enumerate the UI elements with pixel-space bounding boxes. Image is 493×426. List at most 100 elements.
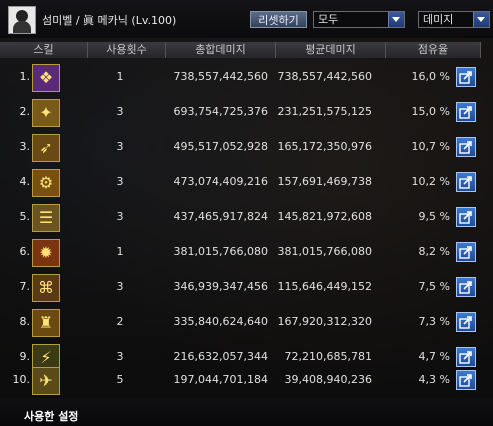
table-row: 4. ⚙ 3 473,074,409,216 157,691,469,738 1… <box>0 165 493 200</box>
use-count: 2 <box>116 315 124 328</box>
table-row: 10. ✈ 5 197,044,701,184 39,408,940,236 4… <box>0 363 493 398</box>
table-row: 7. ⌘ 3 346,939,347,456 115,646,449,152 7… <box>0 270 493 305</box>
damage-share: 7,5 % <box>418 280 450 293</box>
row-rank: 9. <box>19 350 31 363</box>
mech-skill-10-icon: ✈ <box>39 371 53 390</box>
mech-skill-10-icon: ✈ <box>32 367 60 395</box>
mech-skill-2-icon: ✦ <box>32 99 60 127</box>
column-header-share[interactable]: 점유율 <box>386 42 481 58</box>
total-damage: 381,015,766,080 <box>173 245 268 258</box>
damage-share: 4,7 % <box>418 350 450 363</box>
damage-share: 9,5 % <box>418 210 450 223</box>
character-title: 섬미벨 / 眞 메카닉 (Lv.100) <box>42 14 177 27</box>
character-avatar-icon <box>8 6 36 34</box>
mech-skill-5-icon: ☰ <box>38 208 54 227</box>
total-damage: 437,465,917,824 <box>173 210 268 223</box>
mech-skill-5-icon: ☰ <box>32 204 60 232</box>
table-row: 5. ☰ 3 437,465,917,824 145,821,972,608 9… <box>0 200 493 235</box>
damage-share: 4,3 % <box>418 373 450 386</box>
row-rank: 8. <box>19 315 31 328</box>
average-damage: 145,821,972,608 <box>277 210 372 223</box>
damage-share: 8,2 % <box>418 245 450 258</box>
use-count: 1 <box>116 70 124 83</box>
mech-skill-4-icon: ⚙ <box>32 169 60 197</box>
share-arrow-icon <box>459 246 472 259</box>
share-arrow-icon <box>459 106 472 119</box>
use-count: 3 <box>116 350 124 363</box>
table-row: 8. ♜ 2 335,840,624,640 167,920,312,320 7… <box>0 305 493 340</box>
use-count: 3 <box>116 210 124 223</box>
average-damage: 165,172,350,976 <box>277 140 372 153</box>
use-count: 3 <box>116 175 124 188</box>
share-arrow-icon <box>459 211 472 224</box>
share-arrow-icon <box>459 176 472 189</box>
detail-export-button[interactable] <box>456 312 476 332</box>
total-damage: 495,517,052,928 <box>173 140 268 153</box>
average-damage: 72,210,685,781 <box>284 350 372 363</box>
average-damage: 115,646,449,152 <box>277 280 372 293</box>
detail-export-button[interactable] <box>456 137 476 157</box>
column-header-skill[interactable]: 스킬 <box>0 42 88 58</box>
reset-button[interactable]: 리셋하기 <box>250 11 307 28</box>
damage-share: 15,0 % <box>411 105 450 118</box>
share-arrow-icon <box>459 316 472 329</box>
use-count: 1 <box>116 245 124 258</box>
average-damage: 231,251,575,125 <box>277 105 372 118</box>
row-rank: 1. <box>19 70 31 83</box>
row-rank: 3. <box>19 140 31 153</box>
damage-share: 10,2 % <box>411 175 450 188</box>
share-arrow-icon <box>459 374 472 387</box>
row-rank: 5. <box>19 210 31 223</box>
column-header-total-damage[interactable]: 총합데미지 <box>166 42 276 58</box>
chevron-down-icon[interactable] <box>473 12 489 27</box>
table-row: 2. ✦ 3 693,754,725,376 231,251,575,125 1… <box>0 95 493 130</box>
row-rank: 7. <box>19 280 31 293</box>
use-count: 3 <box>116 140 124 153</box>
detail-export-button[interactable] <box>456 277 476 297</box>
total-damage: 693,754,725,376 <box>173 105 268 118</box>
detail-export-button[interactable] <box>456 207 476 227</box>
detail-export-button[interactable] <box>456 172 476 192</box>
mech-skill-8-icon: ♜ <box>32 309 60 337</box>
damage-share: 7,3 % <box>418 315 450 328</box>
mech-skill-3-icon: ➶ <box>39 138 53 157</box>
filter-dropdown[interactable]: 모두 <box>313 11 405 28</box>
sort-dropdown[interactable]: 데미지 <box>418 11 490 28</box>
detail-export-button[interactable] <box>456 102 476 122</box>
row-rank: 4. <box>19 175 31 188</box>
mech-skill-7-icon: ⌘ <box>38 278 54 297</box>
share-arrow-icon <box>459 141 472 154</box>
row-rank: 6. <box>19 245 31 258</box>
use-count: 5 <box>116 373 124 386</box>
share-arrow-icon <box>459 281 472 294</box>
mech-skill-1-icon: ❖ <box>38 68 54 87</box>
detail-export-button[interactable] <box>456 242 476 262</box>
column-header-average-damage[interactable]: 평균데미지 <box>276 42 386 58</box>
mech-skill-6-icon: ✹ <box>39 243 53 262</box>
title-bar: 섬미벨 / 眞 메카닉 (Lv.100) 리셋하기 모두 데미지 <box>0 0 493 38</box>
filter-dropdown-value: 모두 <box>318 13 339 26</box>
settings-footer: 사용한 설정 <box>0 398 493 426</box>
mech-skill-3-icon: ➶ <box>32 134 60 162</box>
share-arrow-icon <box>459 351 472 364</box>
share-arrow-icon <box>459 71 472 84</box>
used-settings-label[interactable]: 사용한 설정 <box>24 408 78 424</box>
detail-export-button[interactable] <box>456 370 476 390</box>
sort-dropdown-value: 데미지 <box>423 13 454 26</box>
detail-export-button[interactable] <box>456 67 476 87</box>
mech-skill-4-icon: ⚙ <box>38 173 54 192</box>
total-damage: 473,074,409,216 <box>173 175 268 188</box>
total-damage: 216,632,057,344 <box>173 350 268 363</box>
table-header: 스킬 사용횟수 총합데미지 평균데미지 점유율 <box>0 42 493 58</box>
average-damage: 738,557,442,560 <box>277 70 372 83</box>
chevron-down-icon[interactable] <box>388 12 404 27</box>
mech-skill-1-icon: ❖ <box>32 64 60 92</box>
total-damage: 197,044,701,184 <box>173 373 268 386</box>
total-damage: 346,939,347,456 <box>173 280 268 293</box>
mech-skill-2-icon: ✦ <box>39 103 53 122</box>
column-header-use-count[interactable]: 사용횟수 <box>88 42 166 58</box>
table-row: 3. ➶ 3 495,517,052,928 165,172,350,976 1… <box>0 130 493 165</box>
damage-share: 16,0 % <box>411 70 450 83</box>
total-damage: 335,840,624,640 <box>173 315 268 328</box>
row-rank: 2. <box>19 105 31 118</box>
